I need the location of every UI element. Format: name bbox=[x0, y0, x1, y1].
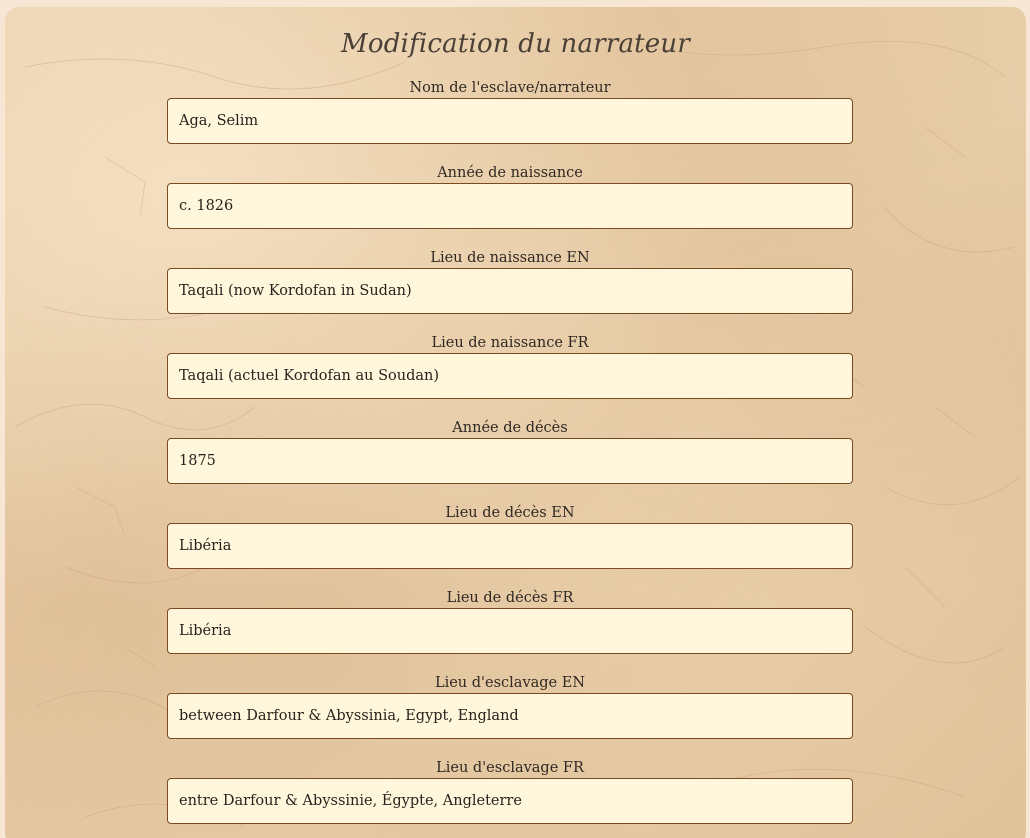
field-enslavement-en: Lieu d'esclavage EN between Darfour & Ab… bbox=[167, 673, 853, 758]
field-birthplace-fr: Lieu de naissance FR Taqali (actuel Kord… bbox=[167, 333, 853, 418]
field-enslavement-fr: Lieu d'esclavage FR entre Darfour & Abys… bbox=[167, 758, 853, 838]
birthplace-fr-input[interactable]: Taqali (actuel Kordofan au Soudan) bbox=[167, 353, 853, 399]
field-birthplace-en: Lieu de naissance EN Taqali (now Kordofa… bbox=[167, 248, 853, 333]
birthplace-en-label: Lieu de naissance EN bbox=[430, 250, 590, 266]
death-year-input[interactable]: 1875 bbox=[167, 438, 853, 484]
enslavement-fr-input[interactable]: entre Darfour & Abyssinie, Égypte, Angle… bbox=[167, 778, 853, 824]
enslavement-fr-label: Lieu d'esclavage FR bbox=[436, 760, 584, 776]
death-year-label: Année de décès bbox=[452, 420, 568, 436]
field-slave-name: Nom de l'esclave/narrateur Aga, Selim bbox=[167, 78, 853, 163]
field-deathplace-en: Lieu de décès EN Libéria bbox=[167, 503, 853, 588]
page-title: Modification du narrateur bbox=[341, 29, 690, 59]
enslavement-en-input[interactable]: between Darfour & Abyssinia, Egypt, Engl… bbox=[167, 693, 853, 739]
deathplace-fr-label: Lieu de décès FR bbox=[446, 590, 574, 606]
birthplace-en-input[interactable]: Taqali (now Kordofan in Sudan) bbox=[167, 268, 853, 314]
field-death-year: Année de décès 1875 bbox=[167, 418, 853, 503]
field-deathplace-fr: Lieu de décès FR Libéria bbox=[167, 588, 853, 673]
slave-name-input[interactable]: Aga, Selim bbox=[167, 98, 853, 144]
birth-year-label: Année de naissance bbox=[437, 165, 583, 181]
deathplace-en-label: Lieu de décès EN bbox=[445, 505, 575, 521]
enslavement-en-label: Lieu d'esclavage EN bbox=[434, 675, 586, 691]
narrator-form: Nom de l'esclave/narrateur Aga, Selim An… bbox=[167, 78, 853, 838]
deathplace-en-input[interactable]: Libéria bbox=[167, 523, 853, 569]
slave-name-label: Nom de l'esclave/narrateur bbox=[409, 80, 611, 96]
birthplace-fr-label: Lieu de naissance FR bbox=[431, 335, 589, 351]
deathplace-fr-input[interactable]: Libéria bbox=[167, 608, 853, 654]
birth-year-input[interactable]: c. 1826 bbox=[167, 183, 853, 229]
field-birth-year: Année de naissance c. 1826 bbox=[167, 163, 853, 248]
